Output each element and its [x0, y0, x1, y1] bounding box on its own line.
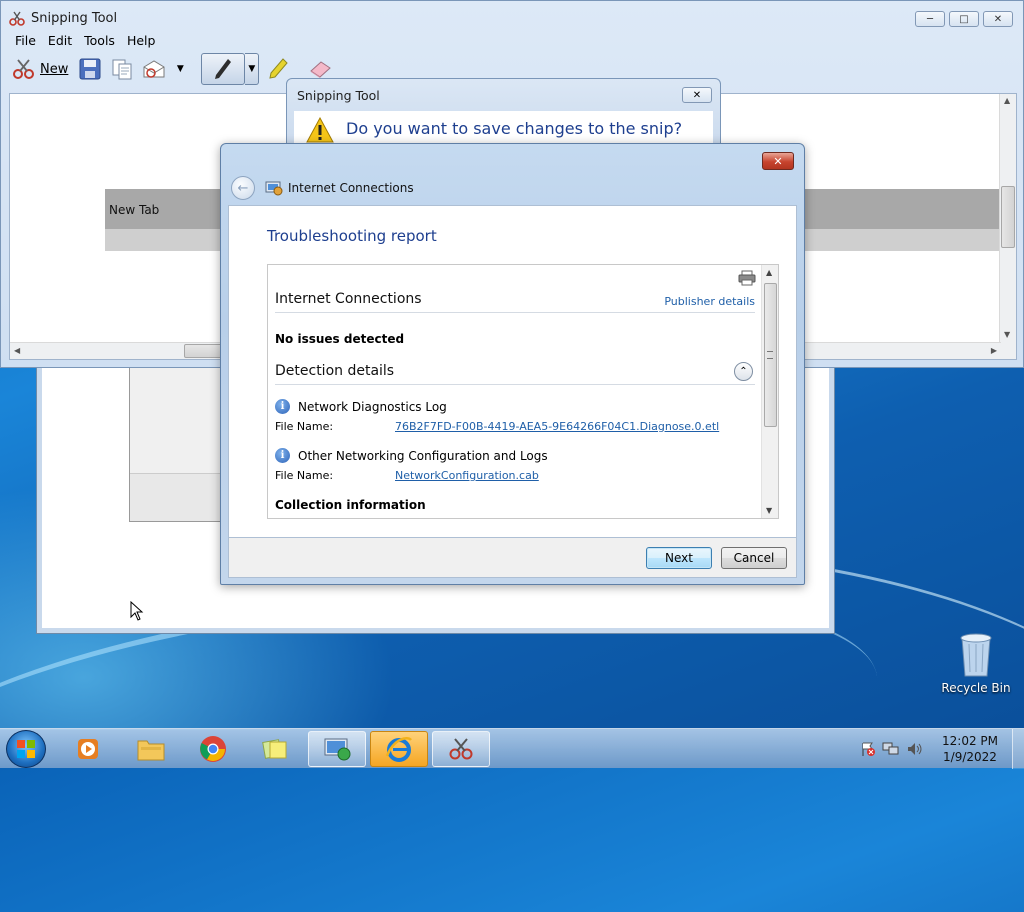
highlighter-icon — [269, 58, 289, 79]
back-button[interactable]: ← — [231, 176, 255, 200]
dialog-footer: Next Cancel — [228, 538, 797, 578]
sticky-notes-icon — [262, 739, 287, 759]
folder-icon — [137, 740, 165, 761]
maximize-button[interactable]: □ — [949, 11, 979, 27]
taskbar-sticky-notes[interactable] — [246, 731, 304, 767]
dialog-content: Troubleshooting report Internet Connecti… — [228, 205, 797, 538]
troubleshooting-report[interactable]: Internet Connections Publisher details N… — [267, 264, 779, 519]
vertical-scrollbar[interactable]: ▲ ▼ — [999, 94, 1016, 359]
cancel-button[interactable]: Cancel — [721, 547, 787, 569]
menu-file[interactable]: File — [9, 31, 42, 50]
scissors-icon — [449, 738, 473, 760]
vertical-scroll-thumb[interactable] — [1001, 186, 1015, 248]
action-center-flag-icon[interactable] — [860, 741, 876, 757]
file-name-link[interactable]: 76B2F7FD-F00B-4419-AEA5-9E64266F04C1.Dia… — [395, 420, 719, 433]
minimize-button[interactable]: ─ — [915, 11, 945, 27]
recycle-bin[interactable]: Recycle Bin — [940, 630, 1012, 695]
snipping-tool-title: Snipping Tool — [31, 10, 118, 26]
next-button[interactable]: Next — [646, 547, 712, 569]
system-tray: 12:02 PM 1/9/2022 — [860, 729, 1024, 769]
save-snip-button[interactable] — [77, 56, 103, 82]
info-icon: i — [275, 448, 290, 463]
save-dialog-question: Do you want to save changes to the snip? — [346, 119, 683, 138]
report-scrollbar[interactable]: ▲ ▼ — [761, 265, 778, 518]
taskbar: 12:02 PM 1/9/2022 — [0, 728, 1024, 769]
detail-item-title: Other Networking Configuration and Logs — [298, 449, 548, 463]
close-button[interactable]: ✕ — [983, 11, 1013, 27]
menu-edit[interactable]: Edit — [42, 31, 78, 50]
divider — [275, 384, 755, 385]
detection-details-title: Detection details — [275, 363, 395, 379]
save-dialog-close-button[interactable]: ✕ — [682, 87, 712, 103]
send-snip-button[interactable] — [141, 56, 167, 82]
taskbar-media-player[interactable] — [60, 731, 118, 767]
envelope-icon — [143, 60, 165, 78]
background-window-panel — [129, 360, 222, 522]
internet-explorer-icon — [385, 737, 412, 762]
scissors-icon — [13, 59, 34, 79]
copy-button[interactable] — [109, 56, 135, 82]
publisher-details-link[interactable]: Publisher details — [664, 295, 755, 308]
media-player-icon — [78, 739, 98, 759]
new-snip-button[interactable]: New — [9, 54, 71, 84]
new-snip-label: New — [40, 61, 69, 77]
taskbar-internet-explorer[interactable] — [370, 731, 428, 767]
scissors-icon — [9, 11, 25, 26]
taskbar-chrome[interactable] — [184, 731, 242, 767]
file-name-label: File Name: — [275, 420, 334, 433]
menu-help[interactable]: Help — [121, 31, 162, 50]
taskbar-explorer[interactable] — [122, 731, 180, 767]
file-name-link[interactable]: NetworkConfiguration.cab — [395, 469, 539, 482]
snipping-tool-titlebar: Snipping Tool — [9, 7, 117, 29]
save-dialog-title: Snipping Tool — [297, 88, 380, 103]
menu-tools[interactable]: Tools — [78, 31, 121, 50]
eraser-icon — [310, 61, 332, 78]
show-desktop-button[interactable] — [1012, 729, 1024, 769]
close-button[interactable]: ✕ — [762, 152, 794, 170]
clock-time: 12:02 PM — [942, 734, 998, 748]
info-icon: i — [275, 399, 290, 414]
chrome-icon — [200, 736, 226, 762]
page-title: Troubleshooting report — [267, 227, 437, 245]
pen-tool-button[interactable] — [201, 53, 246, 85]
start-button[interactable] — [6, 730, 46, 768]
taskbar-troubleshooter[interactable] — [308, 731, 366, 767]
dialog-app-title: Internet Connections — [288, 181, 414, 195]
copy-icon — [112, 59, 132, 80]
file-name-label: File Name: — [275, 469, 334, 482]
collapse-icon[interactable]: ⌃ — [734, 362, 753, 381]
taskbar-snipping-tool[interactable] — [432, 731, 490, 767]
mouse-cursor-icon — [130, 601, 144, 621]
horizontal-scroll-thumb[interactable] — [184, 344, 224, 358]
pen-icon — [215, 59, 232, 79]
report-section-title: Internet Connections — [275, 291, 422, 307]
printer-icon[interactable] — [738, 270, 756, 286]
recycle-bin-label: Recycle Bin — [941, 681, 1011, 695]
windows-logo-icon — [17, 740, 35, 758]
warning-icon — [306, 117, 334, 143]
network-icon — [265, 181, 283, 196]
toolbar: New ▼ ▼ — [9, 51, 333, 87]
window-controls: ─ □ ✕ — [915, 11, 1013, 27]
network-troubleshooter-icon — [324, 738, 351, 761]
recycle-bin-icon — [960, 633, 992, 677]
detail-item-title: Network Diagnostics Log — [298, 400, 447, 414]
divider — [275, 312, 755, 313]
network-tray-icon[interactable] — [882, 741, 900, 757]
captured-tab-text: New Tab — [109, 203, 160, 217]
status-text: No issues detected — [275, 332, 405, 346]
internet-connections-dialog[interactable]: ✕ ← Internet Connections Troubleshooting… — [220, 143, 805, 585]
clock[interactable]: 12:02 PM 1/9/2022 — [942, 733, 998, 765]
collection-information-title: Collection information — [275, 498, 426, 512]
volume-icon[interactable] — [906, 741, 924, 757]
pen-dropdown-button[interactable]: ▼ — [245, 53, 260, 85]
floppy-disk-icon — [79, 58, 101, 80]
menu-bar: File Edit Tools Help — [9, 31, 161, 50]
highlighter-button[interactable] — [265, 56, 291, 82]
clock-date: 1/9/2022 — [943, 750, 997, 764]
send-dropdown-button[interactable]: ▼ — [173, 56, 187, 82]
